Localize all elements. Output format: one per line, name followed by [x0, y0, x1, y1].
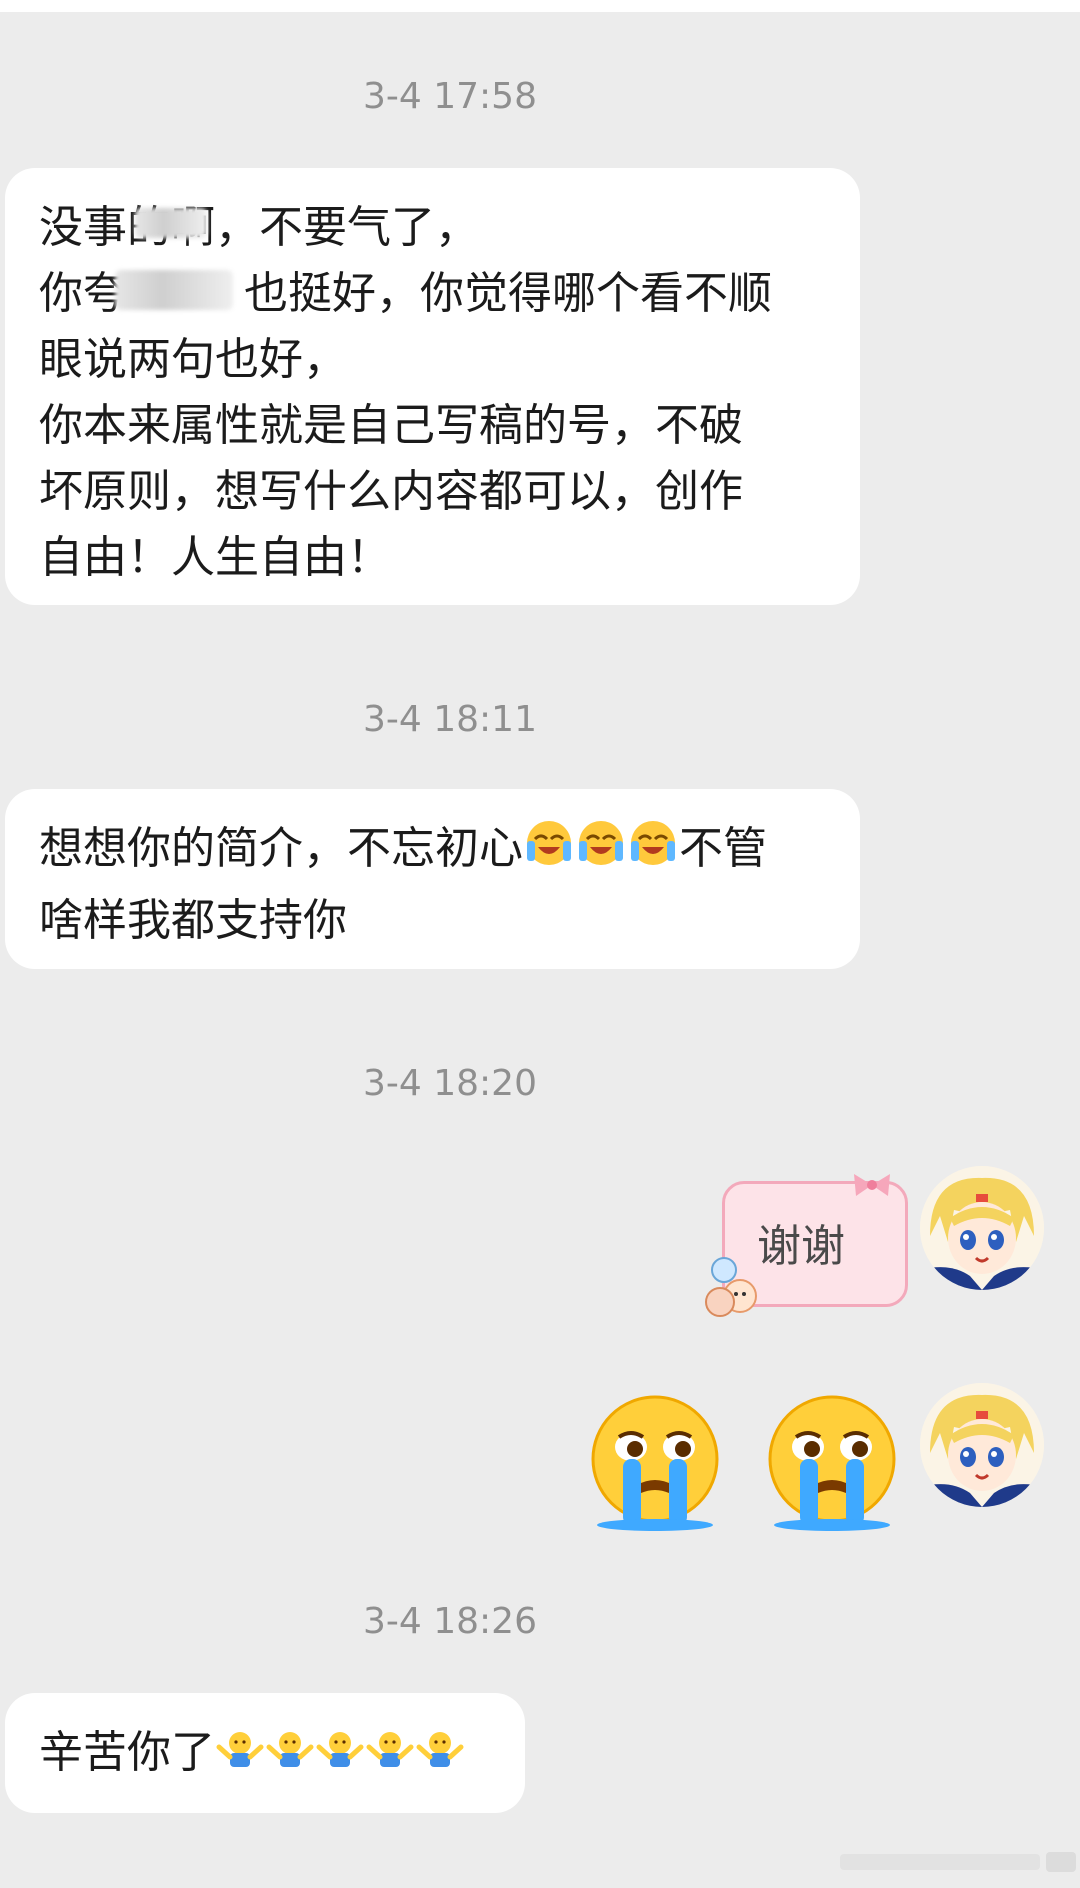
timestamp: 3-4 17:58 — [363, 76, 537, 117]
message-line: 你本来属性就是自己写稿的号，不破 — [39, 400, 743, 451]
message-line: 辛苦你了 — [39, 1720, 491, 1792]
message-line: 啥样我都支持你 — [39, 895, 347, 946]
timestamp: 3-4 18:26 — [363, 1601, 537, 1642]
message-line: 想想你的简介，不忘初心 不管 — [39, 816, 826, 888]
shrugging-figure-emoji-icon — [315, 1726, 365, 1792]
avatar[interactable] — [920, 1383, 1044, 1507]
top-strip — [0, 0, 1080, 12]
redacted-mosaic — [135, 208, 207, 238]
timestamp: 3-4 18:11 — [363, 699, 537, 740]
redacted-mosaic — [115, 270, 233, 310]
loudly-crying-emoji-icon[interactable] — [762, 1393, 902, 1533]
laughing-crying-emoji-icon — [575, 817, 627, 888]
timestamp: 3-4 18:20 — [363, 1063, 537, 1104]
shrugging-figure-emoji-icon — [365, 1726, 415, 1792]
laughing-crying-emoji-icon — [627, 817, 679, 888]
shrugging-figure-emoji-icon — [215, 1726, 265, 1792]
cartoon-animals-sticker-icon — [696, 1250, 768, 1322]
loudly-crying-emoji-icon[interactable] — [585, 1393, 725, 1533]
pink-bow-icon — [850, 1170, 894, 1200]
message-line: 自由！人生自由！ — [39, 532, 391, 583]
incoming-message-bubble[interactable]: 想想你的简介，不忘初心 不管 啥样我都支持你 — [5, 789, 860, 969]
message-line: 坏原则，想写什么内容都可以，创作 — [39, 466, 743, 517]
message-text: 谢谢 — [757, 1221, 845, 1272]
message-line: 眼说两句也好， — [39, 334, 347, 385]
avatar[interactable] — [920, 1166, 1044, 1290]
laughing-crying-emoji-icon — [523, 817, 575, 888]
incoming-message-bubble[interactable]: 没事的啊，不要气了， 你夸 也挺好，你觉得哪个看不顺 眼说两句也好， 你本来属性就… — [5, 168, 860, 605]
incoming-message-bubble[interactable]: 辛苦你了 — [5, 1693, 525, 1813]
watermark — [840, 1842, 1080, 1882]
shrugging-figure-emoji-icon — [265, 1726, 315, 1792]
shrugging-figure-emoji-icon — [415, 1726, 465, 1792]
